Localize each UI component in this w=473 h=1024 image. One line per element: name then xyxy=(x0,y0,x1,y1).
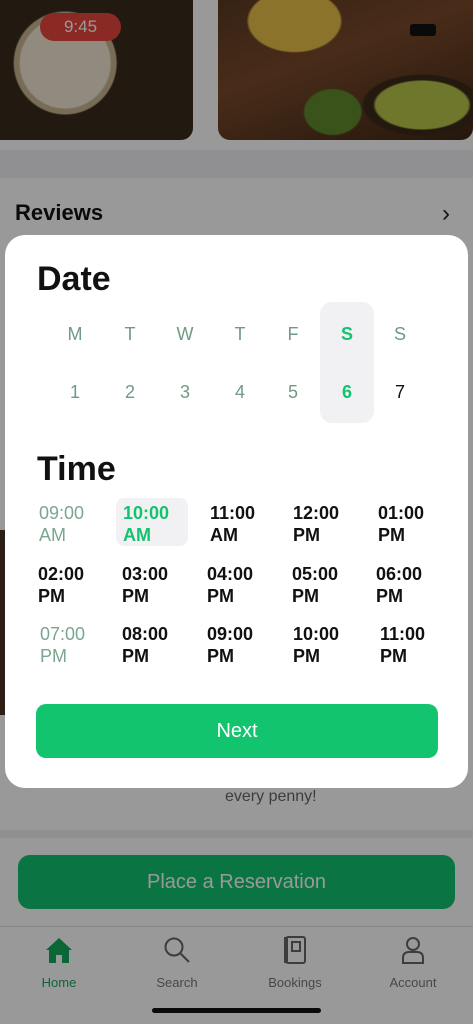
time-slot[interactable]: 03:00 PM xyxy=(122,561,204,609)
time-slot[interactable]: 11:00 AM xyxy=(210,500,292,548)
weekday-label: M xyxy=(67,324,83,344)
slot-time: 04:00 xyxy=(207,564,254,584)
date-title: Date xyxy=(37,260,111,298)
time-slot[interactable]: 04:00 PM xyxy=(207,561,289,609)
time-slot[interactable]: 10:00 PM xyxy=(293,621,375,669)
day-cell[interactable]: 3 xyxy=(165,382,205,403)
next-button[interactable]: Next xyxy=(36,704,438,758)
slot-period: PM xyxy=(207,586,234,606)
slot-time: 05:00 xyxy=(292,564,339,584)
slot-period: PM xyxy=(380,646,407,666)
slot-period: PM xyxy=(292,586,319,606)
slot-time: 11:00 xyxy=(210,503,256,523)
slot-period: PM xyxy=(40,646,67,666)
slot-period: PM xyxy=(293,646,320,666)
weekday-label: W xyxy=(176,324,194,344)
slot-period: PM xyxy=(378,525,405,545)
time-slot-selected[interactable]: 10:00 AM xyxy=(123,500,205,548)
weekday-label: F xyxy=(287,324,299,344)
time-slot[interactable]: 11:00 PM xyxy=(380,621,462,669)
weekday-label: T xyxy=(234,324,246,344)
time-slot[interactable]: 02:00 PM xyxy=(38,561,120,609)
day-cell[interactable]: 1 xyxy=(55,382,95,403)
slot-time: 08:00 xyxy=(122,624,169,644)
slot-period: PM xyxy=(122,646,149,666)
weekday-label: S xyxy=(340,324,353,344)
time-title: Time xyxy=(37,450,116,488)
slot-time: 07:00 xyxy=(40,624,86,644)
slot-period: PM xyxy=(207,646,234,666)
slot-time: 01:00 xyxy=(378,503,425,523)
time-slot[interactable]: 05:00 PM xyxy=(292,561,374,609)
time-slot[interactable]: 12:00 PM xyxy=(293,500,375,548)
slot-time: 11:00 xyxy=(380,624,426,644)
weekday-label: T xyxy=(124,324,136,344)
slot-period: AM xyxy=(210,525,238,545)
time-slot[interactable]: 08:00 PM xyxy=(122,621,204,669)
slot-period: PM xyxy=(38,586,65,606)
time-slot: 07:00 PM xyxy=(40,621,122,669)
slot-time: 03:00 xyxy=(122,564,169,584)
slot-time: 02:00 xyxy=(38,564,85,584)
time-slot[interactable]: 01:00 PM xyxy=(378,500,460,548)
slot-time: 09:00 xyxy=(207,624,254,644)
slot-time: 10:00 xyxy=(123,503,170,523)
day-cell[interactable]: 2 xyxy=(110,382,150,403)
day-cell[interactable]: 4 xyxy=(220,382,260,403)
slot-period: AM xyxy=(39,525,66,545)
slot-time: 06:00 xyxy=(376,564,423,584)
slot-time: 09:00 xyxy=(39,503,85,523)
weekday-label: S xyxy=(393,324,406,344)
time-slot[interactable]: 09:00 PM xyxy=(207,621,289,669)
slot-time: 10:00 xyxy=(293,624,340,644)
day-cell[interactable]: 5 xyxy=(273,382,313,403)
day-cell-selected[interactable]: 6 xyxy=(327,382,367,403)
slot-period: PM xyxy=(293,525,320,545)
time-slot[interactable]: 06:00 PM xyxy=(376,561,458,609)
slot-period: PM xyxy=(122,586,149,606)
day-cell[interactable]: 7 xyxy=(380,382,420,403)
slot-time: 12:00 xyxy=(293,503,340,523)
slot-period: PM xyxy=(376,586,403,606)
selected-day-highlight xyxy=(320,302,374,423)
slot-period: AM xyxy=(123,525,151,545)
time-slot: 09:00 AM xyxy=(39,500,121,548)
